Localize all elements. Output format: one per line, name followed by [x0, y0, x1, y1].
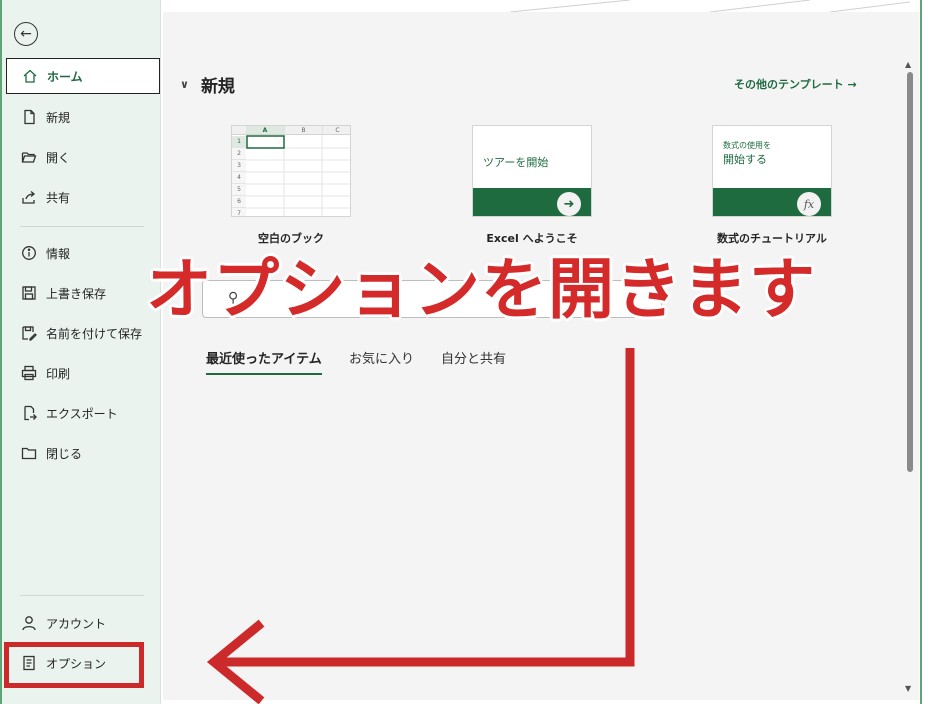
template-welcome-tour[interactable]: ツアーを開始 ➜ — [472, 125, 592, 217]
sidebar-item-new[interactable]: 新規 — [6, 99, 160, 135]
row-number: 4 — [232, 172, 246, 184]
folder-close-icon — [20, 444, 38, 462]
sidebar-item-save-as[interactable]: 名前を付けて保存 — [6, 315, 160, 351]
more-templates-link[interactable]: その他のテンプレート → — [734, 76, 857, 92]
row-number: 5 — [232, 184, 246, 196]
sidebar-item-label: 印刷 — [46, 366, 71, 381]
row-number: 3 — [232, 160, 246, 172]
tile-text-small: 数式の使用を — [723, 141, 771, 150]
sidebar-item-save[interactable]: 上書き保存 — [6, 275, 160, 311]
row-number: 7 — [232, 208, 246, 216]
sidebar-item-export[interactable]: エクスポート — [6, 395, 160, 431]
chevron-down-icon: ∨ — [180, 78, 189, 91]
back-arrow-icon[interactable]: ← — [14, 22, 38, 46]
row-number: 6 — [232, 196, 246, 208]
info-icon — [20, 244, 38, 262]
scroll-down-icon[interactable]: ▼ — [905, 684, 911, 693]
sidebar-item-label: 新規 — [46, 110, 71, 125]
export-icon — [20, 404, 38, 422]
sidebar-item-label: エクスポート — [46, 406, 118, 421]
sidebar-item-label: 開く — [46, 150, 71, 165]
sidebar-divider — [20, 226, 144, 227]
sidebar-item-open[interactable]: 開く — [6, 139, 160, 175]
column-header: B — [284, 126, 322, 135]
spreadsheet-grid-preview: A B C 1 2 3 4 5 6 7 — [232, 126, 350, 216]
sidebar-item-close[interactable]: 閉じる — [6, 435, 160, 471]
sidebar-item-label: 共有 — [46, 190, 71, 205]
sidebar-item-share[interactable]: 共有 — [6, 179, 160, 215]
scrollbar-thumb[interactable] — [907, 72, 913, 472]
backstage-sidebar: ← ホーム 新規 開く 共有 情報 上書き保存 名前を付けて保存 印刷 エクスポ… — [0, 0, 161, 704]
column-header: A — [246, 126, 284, 135]
person-icon — [20, 614, 38, 632]
sidebar-item-info[interactable]: 情報 — [6, 235, 160, 271]
sidebar-item-label: 閉じる — [46, 446, 83, 461]
sidebar-item-label: 上書き保存 — [46, 286, 107, 301]
new-document-icon — [20, 108, 38, 126]
section-title-new[interactable]: ∨ 新規 — [180, 72, 235, 97]
row-number: 2 — [232, 148, 246, 160]
function-icon: fx — [797, 192, 821, 216]
save-icon — [20, 284, 38, 302]
row-number: 1 — [232, 136, 246, 148]
options-highlight-box — [4, 642, 144, 688]
template-formula-tutorial[interactable]: 数式の使用を 開始する fx — [712, 125, 832, 217]
sidebar-item-label: 情報 — [46, 246, 71, 261]
arrow-right-icon: ➜ — [557, 192, 581, 216]
scroll-up-icon[interactable]: ▲ — [905, 60, 911, 69]
sidebar-item-print[interactable]: 印刷 — [6, 355, 160, 391]
template-blank-workbook[interactable]: A B C 1 2 3 4 5 6 7 — [231, 125, 351, 217]
home-icon — [21, 67, 39, 85]
sidebar-divider — [20, 595, 144, 596]
share-icon — [20, 188, 38, 206]
decorative-lines — [510, 0, 911, 12]
sidebar-item-label: 名前を付けて保存 — [46, 326, 143, 341]
column-header: C — [322, 126, 350, 135]
sidebar-item-home[interactable]: ホーム — [6, 58, 160, 94]
grid-lines — [246, 135, 350, 216]
sidebar-item-label: ホーム — [47, 69, 83, 84]
tile-text-large: 開始する — [723, 153, 767, 166]
tile-text: ツアーを開始 — [483, 156, 549, 169]
save-as-icon — [20, 324, 38, 342]
window-edge — [920, 0, 922, 704]
sidebar-item-label: アカウント — [46, 616, 107, 631]
folder-open-icon — [20, 148, 38, 166]
annotation-caption: オプションを開きます — [146, 251, 816, 328]
annotation-arrow — [206, 348, 635, 704]
print-icon — [20, 364, 38, 382]
sidebar-item-account[interactable]: アカウント — [6, 605, 160, 641]
